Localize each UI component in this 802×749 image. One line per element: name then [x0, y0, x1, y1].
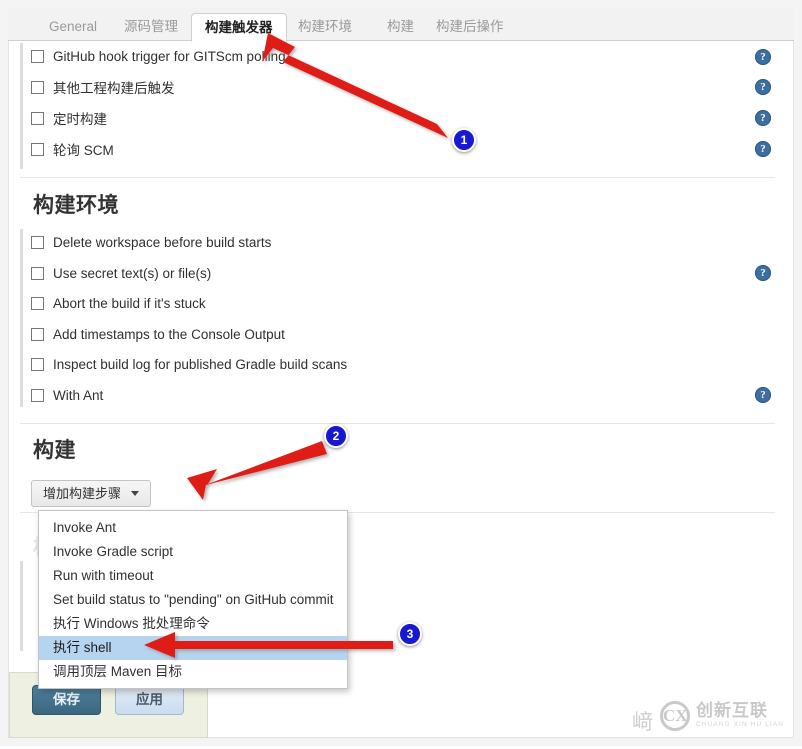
menu-item-set-build-status[interactable]: Set build status to "pending" on GitHub …: [39, 588, 347, 612]
help-icon-build-periodically[interactable]: ?: [755, 110, 771, 126]
save-button[interactable]: 保存: [32, 685, 101, 715]
checkbox-with-ant[interactable]: [31, 388, 44, 402]
checkbox-abort-if-stuck[interactable]: [31, 296, 44, 310]
env-label: With Ant: [53, 387, 104, 403]
env-option-add-timestamps[interactable]: Add timestamps to the Console Output: [31, 323, 285, 345]
triggers-indent-rail: [20, 43, 23, 169]
menu-item-invoke-maven[interactable]: 调用顶层 Maven 目标: [39, 660, 347, 684]
config-tab-bar: General 源码管理 构建触发器 构建环境 构建 构建后操作: [8, 8, 794, 42]
env-option-inspect-build-log[interactable]: Inspect build log for published Gradle b…: [31, 353, 347, 375]
checkbox-inspect-build-log[interactable]: [31, 357, 44, 371]
env-option-with-ant[interactable]: With Ant: [31, 384, 103, 406]
trigger-label: 定时构建: [53, 112, 107, 127]
tab-build[interactable]: 构建: [374, 14, 427, 41]
section-divider-1: [20, 177, 775, 178]
env-label: Abort the build if it's stuck: [53, 295, 206, 311]
tab-build-environment[interactable]: 构建环境: [285, 14, 365, 41]
checkbox-add-timestamps[interactable]: [31, 327, 44, 341]
env-label: Use secret text(s) or file(s): [53, 265, 212, 281]
watermark-pinyin-text: CHUANG XIN HU LIAN: [696, 721, 785, 728]
checkbox-poll-scm[interactable]: [31, 142, 44, 156]
build-step-dropdown-menu[interactable]: Invoke Ant Invoke Gradle script Run with…: [38, 510, 348, 689]
environment-indent-rail: [20, 229, 23, 407]
menu-item-run-with-timeout[interactable]: Run with timeout: [39, 564, 347, 588]
section-title-build-environment: 构建环境: [33, 194, 119, 217]
env-option-use-secret-text[interactable]: Use secret text(s) or file(s): [31, 262, 211, 284]
checkbox-github-hook[interactable]: [31, 49, 44, 63]
env-option-abort-if-stuck[interactable]: Abort the build if it's stuck: [31, 292, 206, 314]
help-icon-use-secret-text[interactable]: ?: [755, 265, 771, 281]
menu-item-windows-batch[interactable]: 执行 Windows 批处理命令: [39, 612, 347, 636]
env-label: Delete workspace before build starts: [53, 234, 272, 250]
watermark-chinese-text: 创新互联: [696, 701, 768, 720]
trigger-option-github-hook[interactable]: GitHub hook trigger for GITScm polling: [31, 45, 286, 67]
checkbox-build-periodically[interactable]: [31, 111, 44, 125]
post-build-indent-rail: [20, 561, 23, 651]
env-label: Add timestamps to the Console Output: [53, 326, 285, 342]
trigger-label: GitHub hook trigger for GITScm polling: [53, 48, 286, 64]
trigger-option-poll-scm[interactable]: 轮询 SCM: [31, 138, 114, 160]
menu-item-invoke-gradle[interactable]: Invoke Gradle script: [39, 540, 347, 564]
apply-button[interactable]: 应用: [115, 685, 184, 715]
trigger-option-build-periodically[interactable]: 定时构建: [31, 107, 107, 129]
section-divider-2: [20, 423, 775, 424]
env-label: Inspect build log for published Gradle b…: [53, 356, 348, 372]
menu-item-execute-shell[interactable]: 执行 shell: [39, 636, 347, 660]
chevron-down-icon: [131, 491, 140, 496]
help-icon-github-hook[interactable]: ?: [755, 49, 771, 65]
add-build-step-button[interactable]: 增加构建步骤: [31, 480, 152, 507]
checkbox-use-secret-text[interactable]: [31, 266, 44, 280]
checkbox-after-other-projects[interactable]: [31, 80, 44, 94]
help-icon-after-other-projects[interactable]: ?: [755, 79, 771, 95]
watermark-seal-icon: 﨑: [632, 710, 653, 734]
tab-post-build[interactable]: 构建后操作: [423, 14, 517, 41]
trigger-label: 轮询 SCM: [53, 143, 114, 158]
help-icon-poll-scm[interactable]: ?: [755, 141, 771, 157]
trigger-label: 其他工程构建后触发: [53, 81, 175, 96]
tab-source-management[interactable]: 源码管理: [111, 14, 191, 41]
menu-item-invoke-ant[interactable]: Invoke Ant: [39, 516, 347, 540]
add-build-step-label: 增加构建步骤: [43, 486, 122, 501]
tab-build-triggers[interactable]: 构建触发器: [191, 13, 287, 42]
section-title-build: 构建: [33, 439, 76, 462]
help-icon-with-ant[interactable]: ?: [755, 387, 771, 403]
watermark: CX 创新互联 CHUANG XIN HU LIAN: [660, 694, 794, 738]
trigger-option-after-other-projects[interactable]: 其他工程构建后触发: [31, 76, 175, 98]
checkbox-delete-workspace[interactable]: [31, 235, 44, 249]
env-option-delete-workspace[interactable]: Delete workspace before build starts: [31, 231, 271, 253]
tab-general[interactable]: General: [36, 14, 110, 41]
watermark-logo-icon: CX: [660, 701, 690, 731]
config-content: GitHub hook trigger for GITScm polling ?…: [9, 41, 793, 737]
